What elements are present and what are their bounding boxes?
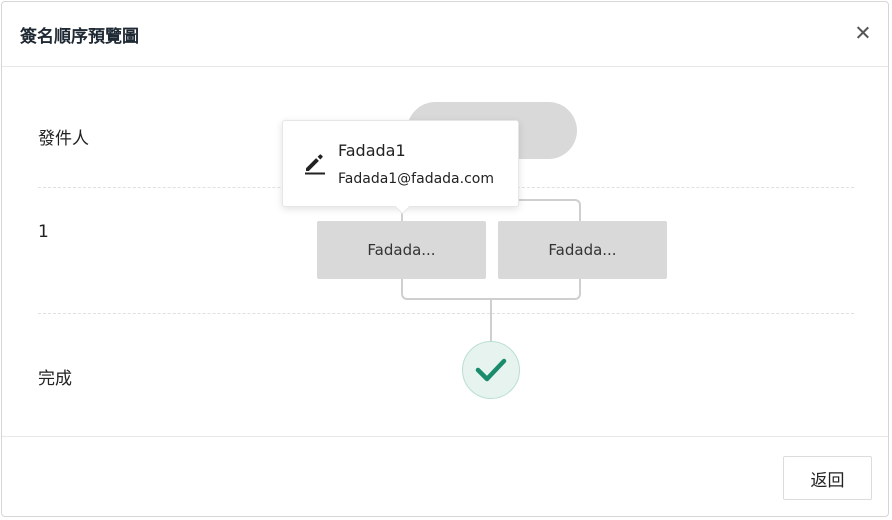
dialog-header: 簽名順序預覽圖 (2, 2, 888, 67)
signing-order-preview-dialog: 簽名順序預覽圖 發件人 1 完成 Fadada... Fadada... Fad… (1, 1, 889, 517)
sender-row-label: 發件人 (38, 129, 89, 149)
tooltip-signer-name: Fadada1 (338, 141, 406, 160)
dialog-footer: 返回 (2, 436, 888, 516)
row-divider (38, 313, 854, 314)
close-icon[interactable] (852, 22, 874, 44)
signer-node[interactable]: Fadada... (317, 221, 486, 279)
signer-node[interactable]: Fadada... (498, 221, 667, 279)
step-1-row-label: 1 (38, 222, 49, 242)
complete-node (462, 341, 520, 399)
check-icon (475, 358, 507, 382)
pen-icon (305, 154, 325, 175)
dialog-title: 簽名順序預覽圖 (20, 27, 139, 47)
back-button[interactable]: 返回 (783, 456, 872, 500)
flow-connector (490, 300, 492, 342)
complete-row-label: 完成 (38, 369, 72, 389)
tooltip-signer-email: Fadada1@fadada.com (338, 171, 494, 187)
signer-tooltip: Fadada1 Fadada1@fadada.com (282, 120, 519, 215)
